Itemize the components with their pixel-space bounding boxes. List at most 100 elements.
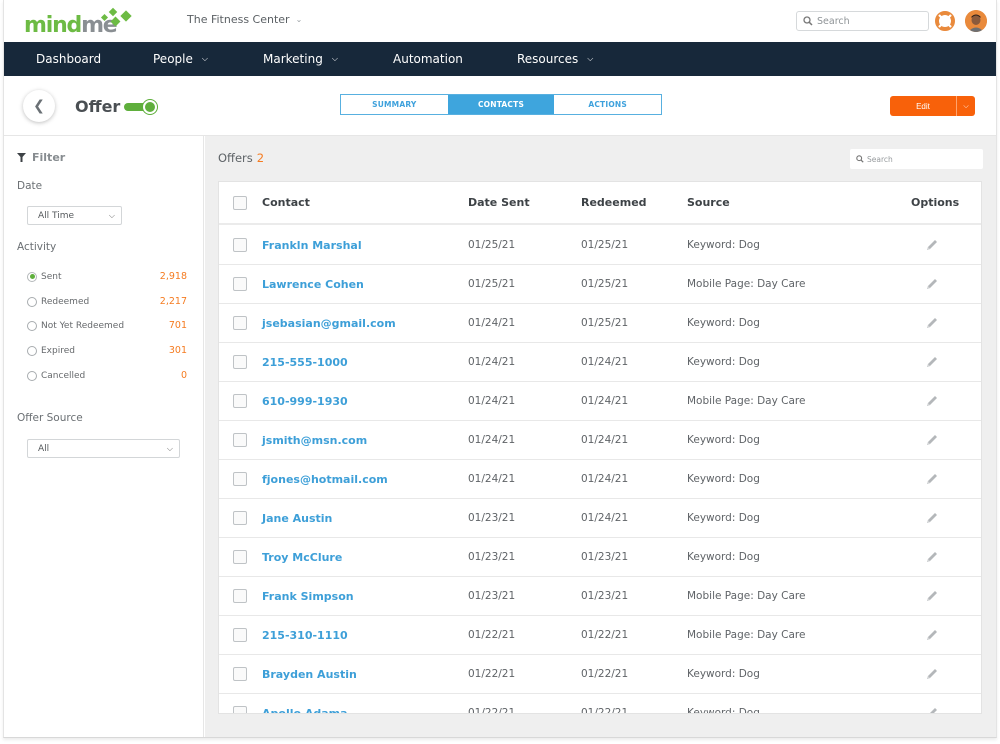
table-search[interactable] <box>850 149 983 169</box>
pencil-edit-icon[interactable] <box>925 433 939 447</box>
contact-link[interactable]: Brayden Austin <box>262 668 357 681</box>
tab-actions[interactable]: ACTIONS <box>554 95 661 114</box>
pencil-edit-icon[interactable] <box>925 628 939 642</box>
date-select[interactable]: All Time ⌵ <box>27 206 122 225</box>
date-label: Date <box>17 180 43 192</box>
radio-button[interactable] <box>27 345 37 356</box>
table-header: Contact Date Sent Redeemed Source Option… <box>219 182 981 225</box>
row-checkbox[interactable] <box>233 394 247 408</box>
contact-link[interactable]: 215-310-1110 <box>262 629 348 642</box>
nav-dashboard[interactable]: Dashboard <box>36 52 101 66</box>
pencil-edit-icon[interactable] <box>925 550 939 564</box>
row-checkbox[interactable] <box>233 706 247 713</box>
source-cell: Mobile Page: Day Care <box>687 395 806 407</box>
pencil-edit-icon[interactable] <box>925 472 939 486</box>
radio-button-selected[interactable] <box>27 271 37 282</box>
pencil-edit-icon[interactable] <box>925 238 939 252</box>
tab-summary[interactable]: SUMMARY <box>341 95 448 114</box>
pencil-edit-icon[interactable] <box>925 667 939 681</box>
row-checkbox[interactable] <box>233 550 247 564</box>
table-row: 215-555-1000 01/24/21 01/24/21 Keyword: … <box>219 343 981 382</box>
activity-option-sent[interactable]: Sent 2,918 <box>27 271 187 282</box>
select-all-checkbox[interactable] <box>233 195 247 210</box>
contact-link[interactable]: jsebasian@gmail.com <box>262 317 396 330</box>
contact-link[interactable]: Jane Austin <box>262 512 332 525</box>
row-checkbox[interactable] <box>233 628 247 642</box>
row-checkbox[interactable] <box>233 472 247 486</box>
tab-contacts[interactable]: CONTACTS <box>447 95 555 114</box>
mindme-logo[interactable]: mindme <box>24 6 134 38</box>
contact-link[interactable]: Troy McClure <box>262 551 342 564</box>
activity-option-expired[interactable]: Expired 301 <box>27 345 187 356</box>
redeemed-cell: 01/22/21 <box>581 629 629 641</box>
nav-people[interactable]: People ⌵ <box>153 52 208 66</box>
contact-link[interactable]: 215-555-1000 <box>262 356 348 369</box>
row-checkbox[interactable] <box>233 277 247 291</box>
pencil-edit-icon[interactable] <box>925 589 939 603</box>
chevron-down-icon: ⌵ <box>331 54 338 63</box>
table-row: Jane Austin 01/23/21 01/24/21 Keyword: D… <box>219 499 981 538</box>
column-header-source[interactable]: Source <box>687 196 730 209</box>
nav-marketing[interactable]: Marketing ⌵ <box>263 52 338 66</box>
contact-link[interactable]: 610-999-1930 <box>262 395 348 408</box>
radio-button[interactable] <box>27 296 37 307</box>
column-header-redeemed[interactable]: Redeemed <box>581 196 647 209</box>
row-checkbox[interactable] <box>233 589 247 603</box>
column-header-contact[interactable]: Contact <box>262 196 310 209</box>
contact-link[interactable]: Lawrence Cohen <box>262 278 364 291</box>
redeemed-cell: 01/24/21 <box>581 434 629 446</box>
activity-count: 301 <box>168 345 187 356</box>
pencil-edit-icon[interactable] <box>925 355 939 369</box>
pencil-edit-icon[interactable] <box>925 277 939 291</box>
source-cell: Keyword: Dog <box>687 551 760 563</box>
row-checkbox[interactable] <box>233 355 247 369</box>
contact-link[interactable]: fjones@hotmail.com <box>262 473 388 486</box>
edit-dropdown-button[interactable]: ⌵ <box>956 96 975 116</box>
table-row: Frankln Marshal 01/25/21 01/25/21 Keywor… <box>219 226 981 265</box>
offers-heading: Offers 2 <box>218 151 264 165</box>
offer-active-toggle[interactable] <box>124 100 157 114</box>
back-button[interactable]: ❮ <box>23 90 55 122</box>
table-search-input[interactable] <box>867 154 977 164</box>
activity-option-not-yet-redeemed[interactable]: Not Yet Redeemed 701 <box>27 320 187 331</box>
date-sent-cell: 01/24/21 <box>468 356 516 368</box>
column-header-date-sent[interactable]: Date Sent <box>468 196 530 209</box>
contact-link[interactable]: Apollo Adama <box>262 707 348 714</box>
chevron-down-icon: ⌵ <box>963 101 969 110</box>
search-icon <box>803 16 813 26</box>
logo-diamonds-icon <box>100 7 132 27</box>
activity-option-redeemed[interactable]: Redeemed 2,217 <box>27 296 187 307</box>
source-cell: Keyword: Dog <box>687 512 760 524</box>
date-sent-cell: 01/24/21 <box>468 317 516 329</box>
contact-link[interactable]: jsmith@msn.com <box>262 434 367 447</box>
radio-button[interactable] <box>27 370 37 381</box>
nav-automation[interactable]: Automation <box>393 52 463 66</box>
offer-source-select[interactable]: All ⌵ <box>27 439 180 458</box>
pencil-edit-icon[interactable] <box>925 706 939 714</box>
contact-link[interactable]: Frankln Marshal <box>262 239 362 252</box>
global-search-input[interactable] <box>817 15 917 27</box>
search-icon <box>856 155 864 163</box>
global-search[interactable] <box>796 11 929 31</box>
table-row: jsebasian@gmail.com 01/24/21 01/25/21 Ke… <box>219 304 981 343</box>
chevron-down-icon: ⌵ <box>201 54 208 63</box>
pencil-edit-icon[interactable] <box>925 511 939 525</box>
edit-button[interactable]: Edit <box>890 96 956 116</box>
row-checkbox[interactable] <box>233 511 247 525</box>
row-checkbox[interactable] <box>233 667 247 681</box>
user-avatar[interactable] <box>965 10 987 32</box>
nav-resources[interactable]: Resources ⌵ <box>517 52 593 66</box>
contact-link[interactable]: Frank Simpson <box>262 590 354 603</box>
user-photo-icon <box>965 10 987 32</box>
activity-option-cancelled[interactable]: Cancelled 0 <box>27 370 187 381</box>
pencil-edit-icon[interactable] <box>925 316 939 330</box>
organization-switcher[interactable]: The Fitness Center ⌄ <box>187 13 302 26</box>
activity-label: Activity <box>17 241 57 253</box>
row-checkbox[interactable] <box>233 238 247 252</box>
nav-marketing-label: Marketing <box>263 52 323 66</box>
pencil-edit-icon[interactable] <box>925 394 939 408</box>
lifebuoy-help-icon[interactable] <box>935 11 955 31</box>
radio-button[interactable] <box>27 320 37 331</box>
row-checkbox[interactable] <box>233 433 247 447</box>
row-checkbox[interactable] <box>233 316 247 330</box>
